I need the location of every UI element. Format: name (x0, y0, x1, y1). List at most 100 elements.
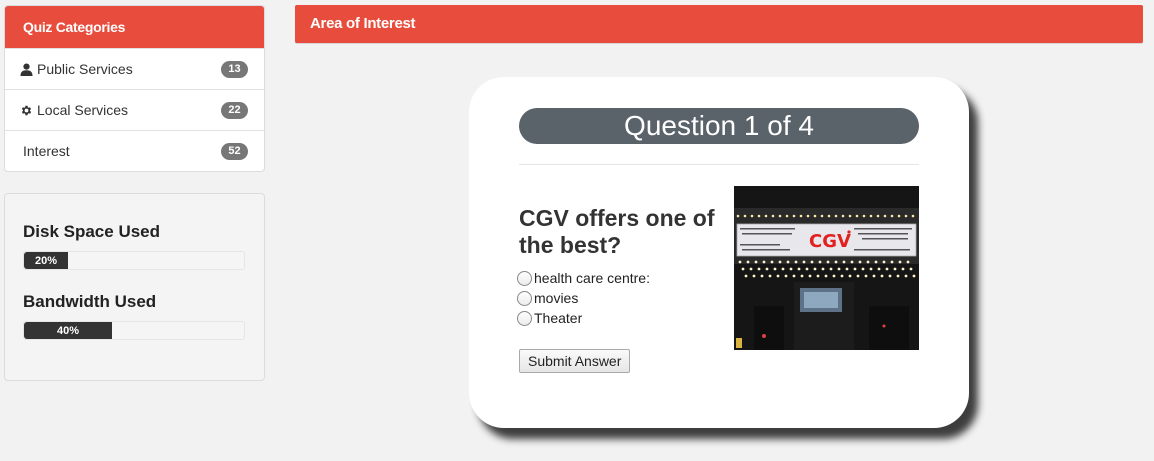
question-counter: Question 1 of 4 (519, 108, 919, 144)
marquee-light (866, 260, 870, 264)
marquee-light (890, 260, 894, 264)
sidebar-item-local-services[interactable]: Local Services 22 (5, 89, 264, 130)
marquee-light (840, 274, 844, 278)
marquee-light (827, 214, 831, 218)
sidebar: Quiz Categories Public Services 13 Local… (4, 5, 265, 381)
marquee-light (893, 267, 897, 271)
disk-space-title: Disk Space Used (23, 222, 161, 241)
quiz-categories-header: Quiz Categories (5, 6, 264, 48)
marquee-light (842, 260, 846, 264)
count-badge: 52 (221, 142, 248, 160)
marquee-light (880, 274, 884, 278)
radio-button[interactable] (517, 290, 532, 306)
marquee-light (904, 274, 908, 278)
marquee-light (808, 274, 812, 278)
marquee-light (862, 214, 866, 218)
user-icon (19, 62, 33, 76)
cgv-logo: CGV (809, 231, 851, 252)
marquee-light (750, 214, 754, 218)
marquee-light (738, 260, 742, 264)
marquee-light (856, 274, 860, 278)
option-health-care-centre[interactable]: health care centre: (517, 268, 650, 288)
usage-panel: Disk Space Used 20% Bandwidth Used 40% (4, 193, 265, 381)
disk-space-progress-fill: 20% (24, 252, 68, 269)
count-badge: 13 (221, 60, 248, 78)
bandwidth-progress-fill: 40% (24, 322, 112, 339)
marquee-light (877, 267, 881, 271)
marquee-light (786, 260, 790, 264)
marquee-light (749, 267, 753, 271)
marquee-light (882, 260, 886, 264)
marquee-light (837, 267, 841, 271)
marquee-light (890, 214, 894, 218)
marquee-light (781, 267, 785, 271)
marquee-light (897, 214, 901, 218)
marquee-light (848, 214, 852, 218)
sidebar-item-public-services[interactable]: Public Services 13 (5, 48, 264, 89)
marquee-light (752, 274, 756, 278)
option-label: Theater (534, 310, 583, 326)
marquee-light (746, 260, 750, 264)
marquee-light (850, 260, 854, 264)
marquee-light (765, 267, 769, 271)
marquee-light (826, 260, 830, 264)
option-label: movies (534, 290, 579, 306)
marquee-light (832, 274, 836, 278)
marquee-light (757, 267, 761, 271)
marquee-light (869, 214, 873, 218)
marquee-light (813, 267, 817, 271)
marquee-light (792, 274, 796, 278)
marquee-light (861, 267, 865, 271)
answer-options: health care centre: movies Theater (517, 268, 650, 328)
gear-icon (19, 103, 33, 117)
sidebar-item-interest[interactable]: Interest 52 (5, 130, 264, 171)
marquee-light (904, 214, 908, 218)
marquee-light (883, 214, 887, 218)
quiz-categories-panel: Quiz Categories Public Services 13 Local… (4, 5, 265, 172)
marquee-light (813, 214, 817, 218)
marquee-light (762, 260, 766, 264)
marquee-light (858, 260, 862, 264)
marquee-light (778, 214, 782, 218)
option-label: health care centre: (534, 270, 650, 286)
marquee-light (805, 267, 809, 271)
marquee-light (864, 274, 868, 278)
marquee-light (834, 260, 838, 264)
marquee-light (754, 260, 758, 264)
bandwidth-title: Bandwidth Used (23, 292, 157, 311)
marquee-light (792, 214, 796, 218)
marquee-light (816, 274, 820, 278)
count-badge: 22 (221, 101, 248, 119)
radio-button[interactable] (517, 270, 532, 286)
marquee-light (841, 214, 845, 218)
marquee-light (771, 214, 775, 218)
marquee-light (797, 267, 801, 271)
marquee-light (799, 214, 803, 218)
radio-button[interactable] (517, 310, 532, 326)
marquee-light (912, 274, 916, 278)
marquee-light (800, 274, 804, 278)
sidebar-item-label: Interest (23, 143, 70, 159)
marquee-light (736, 214, 740, 218)
marquee-light (784, 274, 788, 278)
option-movies[interactable]: movies (517, 288, 650, 308)
sidebar-item-label: Local Services (37, 102, 129, 118)
divider (519, 164, 919, 165)
bandwidth-progress: 40% (23, 321, 245, 340)
marquee-light (789, 267, 793, 271)
marquee-light (834, 214, 838, 218)
marquee-light (764, 214, 768, 218)
marquee-light (876, 214, 880, 218)
marquee-light (773, 267, 777, 271)
marquee-light (818, 260, 822, 264)
sidebar-item-label: Public Services (37, 61, 133, 77)
marquee-light (898, 260, 902, 264)
marquee-light (802, 260, 806, 264)
marquee-light (824, 274, 828, 278)
submit-answer-button[interactable]: Submit Answer (519, 349, 631, 373)
question-text: CGV offers one of the best? (519, 205, 715, 258)
option-theater[interactable]: Theater (517, 308, 650, 328)
marquee-light (885, 267, 889, 271)
marquee-light (744, 274, 748, 278)
marquee-light (906, 260, 910, 264)
